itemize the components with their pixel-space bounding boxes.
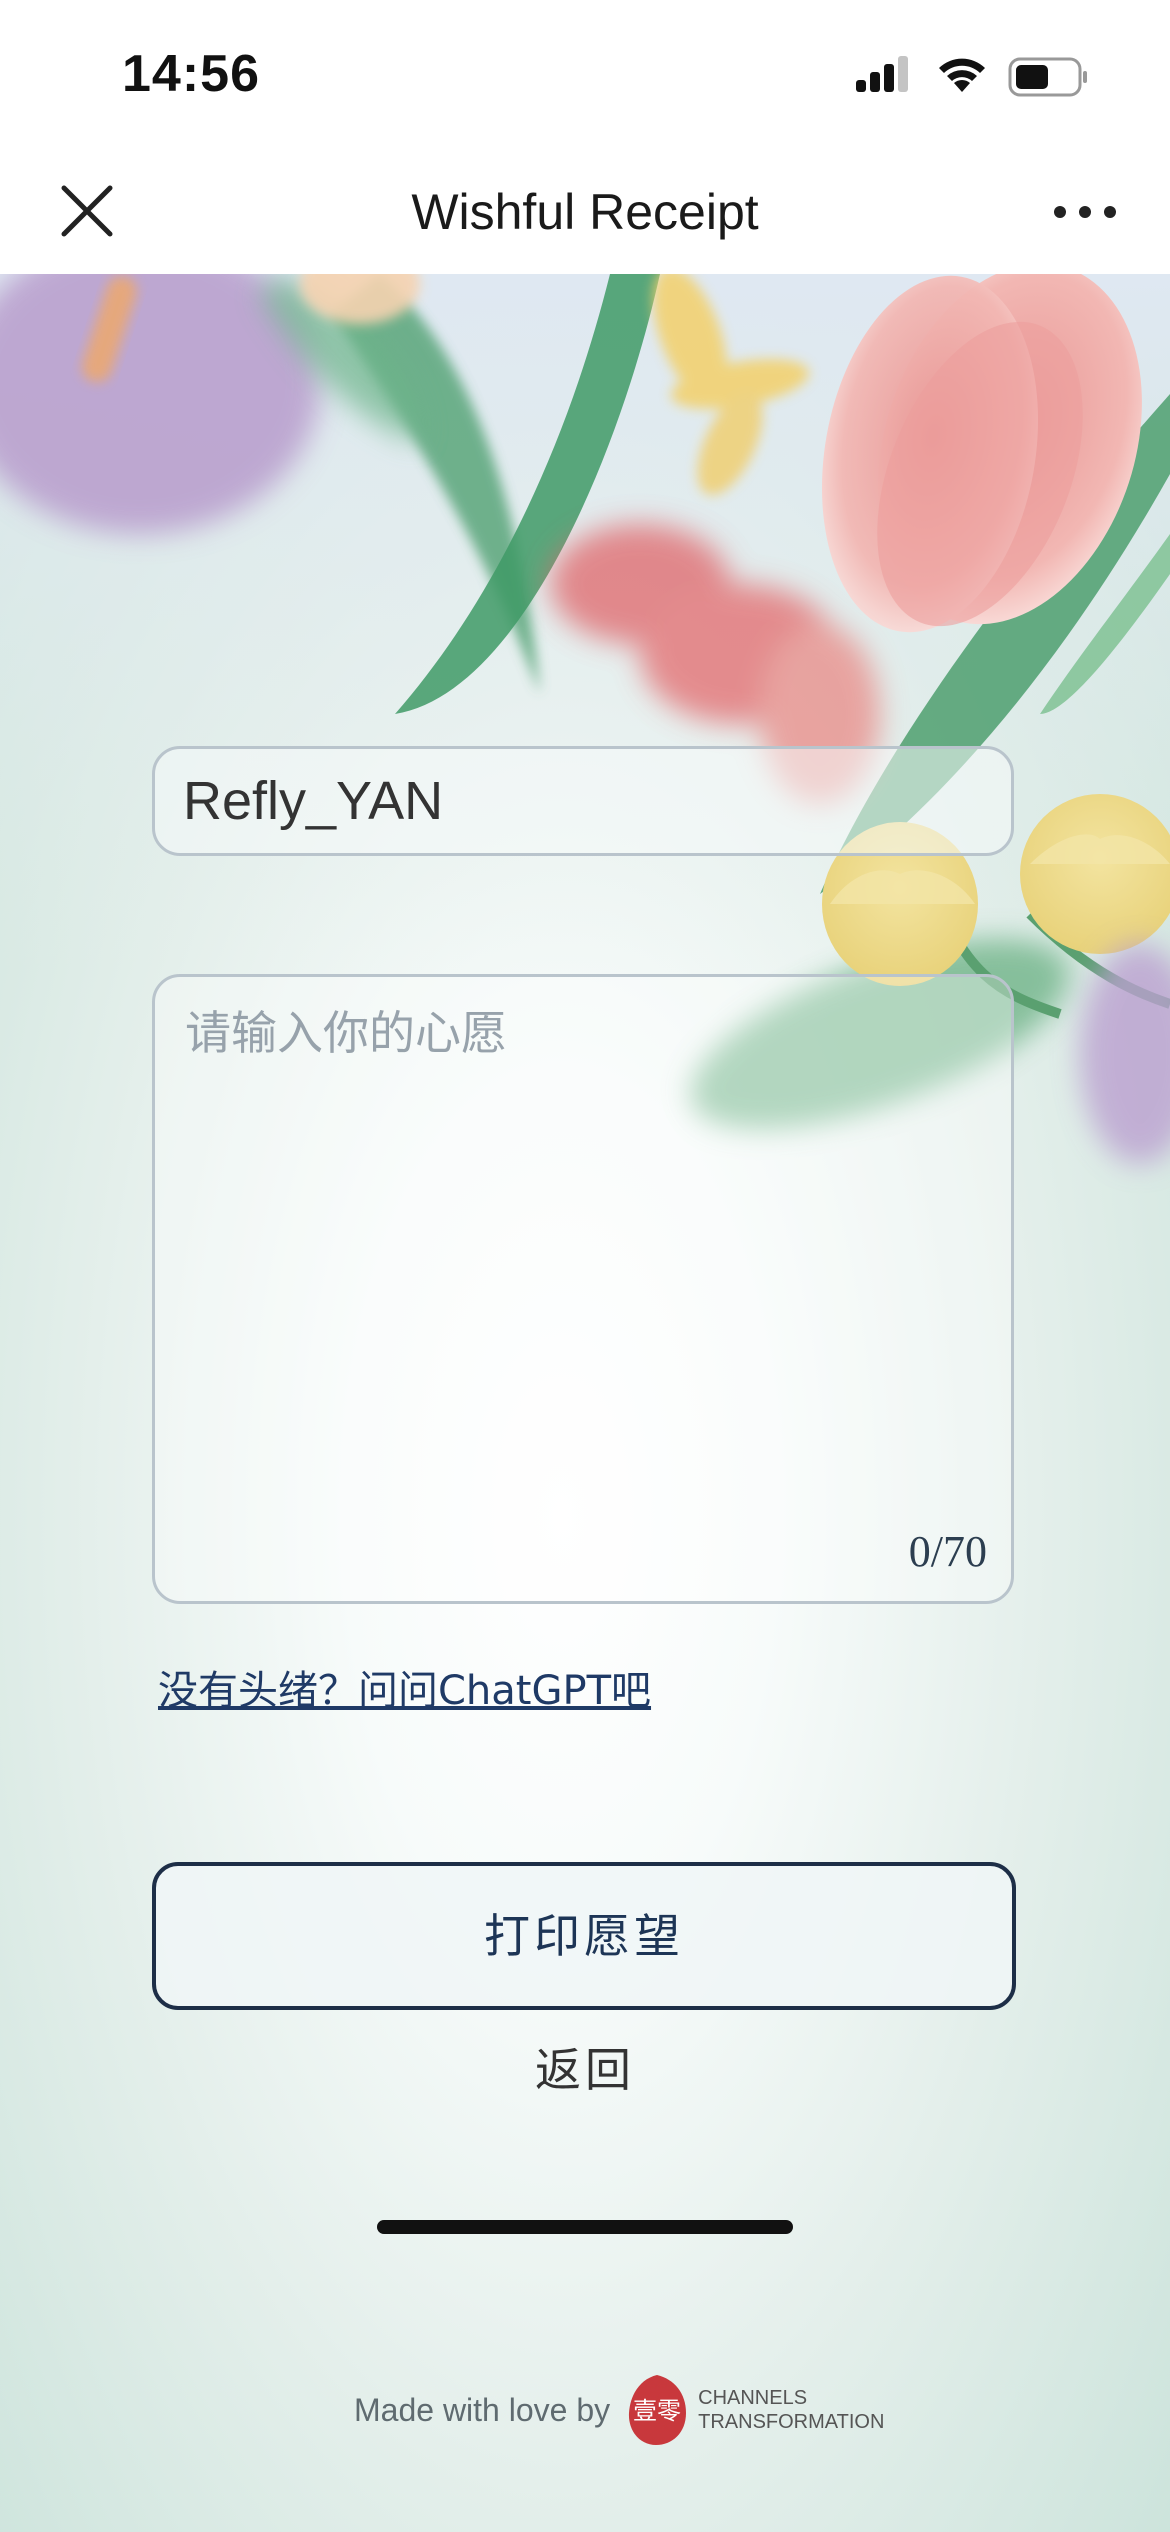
close-icon[interactable] xyxy=(54,178,120,244)
wish-input[interactable] xyxy=(155,977,1011,1601)
brand-logo-icon[interactable]: 壹零 xyxy=(626,2373,688,2447)
print-wish-button[interactable]: 打印愿望 xyxy=(152,1862,1016,2010)
footer-credit: Made with love by 壹零 CHANNELS TRANSFORMA… xyxy=(354,2370,884,2450)
char-counter: 0/70 xyxy=(908,1527,987,1576)
wish-input-container: 0/70 xyxy=(152,974,1014,1604)
nav-title: Wishful Receipt xyxy=(411,184,759,240)
back-button[interactable]: 返回 xyxy=(0,2034,1170,2100)
main-content: 0/70 没有头绪？问问ChatGPT吧 打印愿望 返回 Made with l… xyxy=(0,274,1170,2532)
cellular-signal-icon xyxy=(856,56,908,92)
made-with-label: Made with love by xyxy=(354,2391,611,2428)
battery-icon xyxy=(1008,57,1087,97)
brand-name: CHANNELS TRANSFORMATION xyxy=(698,2386,884,2434)
status-time: 14:56 xyxy=(122,45,260,103)
more-dots-icon[interactable] xyxy=(1050,184,1120,240)
brand-line-2: TRANSFORMATION xyxy=(698,2411,885,2433)
logo-glyphs: 壹零 xyxy=(633,2397,681,2425)
nav-bar: Wishful Receipt xyxy=(0,150,1170,274)
wifi-icon xyxy=(939,58,985,92)
ask-chatgpt-link[interactable]: 没有头绪？问问ChatGPT吧 xyxy=(158,1658,651,1716)
name-input[interactable] xyxy=(152,746,1014,856)
status-bar: 14:56 xyxy=(0,0,1170,150)
home-indicator[interactable] xyxy=(377,2220,793,2234)
brand-line-1: CHANNELS xyxy=(698,2387,808,2409)
